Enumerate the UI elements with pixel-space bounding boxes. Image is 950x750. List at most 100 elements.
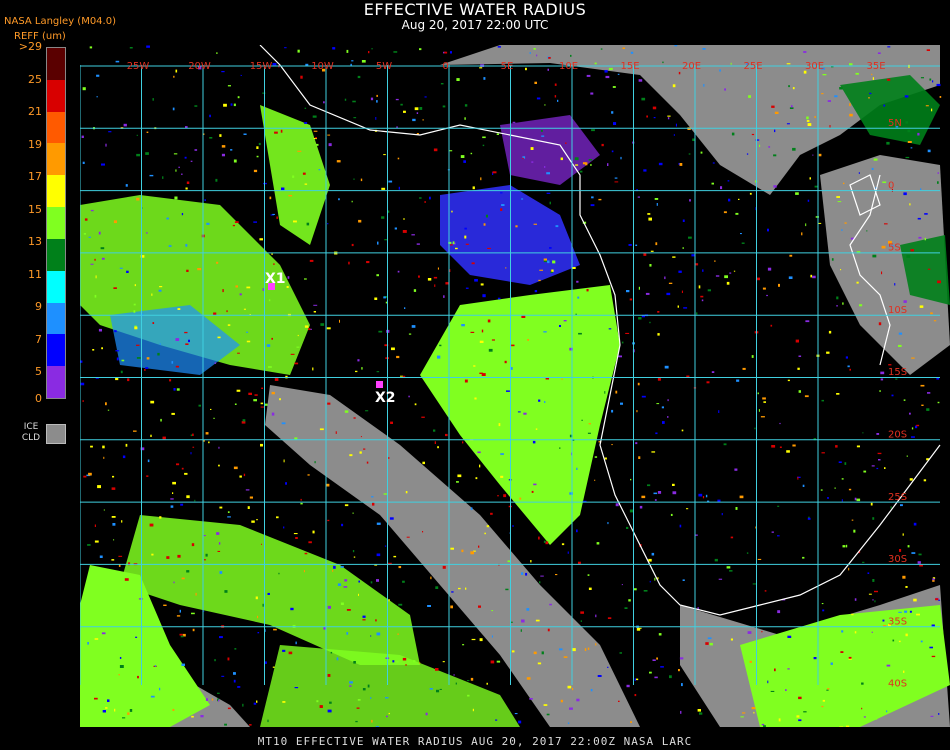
cloud-pixel [260,443,263,447]
cloud-pixel [620,402,623,405]
cloud-pixel [349,681,353,684]
cloud-pixel [210,408,212,410]
cloud-pixel [272,63,277,66]
cloud-pixel [909,478,913,481]
cloud-pixel [913,621,915,624]
cloud-pixel [146,131,149,133]
cloud-pixel [123,123,127,127]
cloud-pixel [796,715,800,718]
cloud-pixel [87,544,91,546]
cloud-pixel [792,87,795,90]
cloud-pixel [205,432,209,435]
cloud-pixel [724,275,728,279]
cloud-pixel [535,619,540,622]
cloud-pixel [511,650,515,653]
cloud-pixel [372,502,375,506]
cloud-pixel [882,181,887,183]
marker-x1-label: X1 [265,271,286,287]
cloud-pixel [163,604,167,606]
cloud-pixel [778,283,780,287]
cloud-pixel [534,81,537,84]
cloud-pixel [327,223,329,225]
cloud-pixel [464,117,466,120]
cloud-pixel [628,599,631,602]
cloud-pixel [898,640,901,643]
cloud-pixel [376,553,381,557]
cloud-pixel [878,459,881,461]
cloud-pixel [936,83,941,87]
cloud-pixel [262,288,264,291]
cloud-pixel [587,574,590,576]
cloud-pixel [177,554,181,558]
cloud-pixel [861,707,863,710]
cloud-pixel [548,57,551,59]
cloud-pixel [883,625,887,627]
cloud-pixel [101,257,105,260]
legend-tick-label: 15 [28,202,42,216]
cloud-pixel [491,635,493,638]
cloud-pixel [638,79,643,82]
cloud-pixel [600,48,603,50]
cloud-pixel [746,153,749,155]
cloud-pixel [295,641,297,645]
cloud-pixel [181,467,184,470]
cloud-pixel [343,586,348,588]
cloud-pixel [449,244,453,246]
cloud-pixel [844,222,847,224]
cloud-pixel [911,552,916,554]
cloud-pixel [871,465,875,467]
cloud-pixel [384,545,387,547]
cloud-pixel [194,105,198,107]
cloud-pixel [827,100,831,102]
cloud-pixel [215,178,218,182]
cloud-pixel [611,111,614,114]
cloud-pixel [673,134,675,136]
cloud-pixel [375,117,377,120]
cloud-pixel [906,455,908,457]
cloud-pixel [406,536,410,538]
cloud-pixel [667,416,669,418]
cloud-pixel [152,98,154,101]
cloud-pixel [657,311,660,313]
cloud-pixel [845,725,850,727]
cloud-pixel [742,712,746,714]
cloud-pixel [538,399,541,402]
cloud-pixel [930,715,934,717]
cloud-pixel [777,505,780,507]
cloud-pixel [478,605,481,608]
cloud-pixel [419,107,423,110]
cloud-pixel [531,490,534,493]
cloud-pixel [696,312,698,315]
cloud-pixel [96,96,98,98]
longitude-label: 15W [250,61,273,72]
cloud-pixel [260,402,264,405]
cloud-pixel [539,581,541,584]
cloud-pixel [256,700,258,703]
cloud-pixel [87,690,91,692]
cloud-pixel [98,231,101,235]
cloud-pixel [894,283,896,286]
cloud-pixel [267,719,269,723]
cloud-pixel [902,533,904,536]
cloud-pixel [107,699,110,702]
cloud-field [80,45,950,727]
cloud-pixel [731,132,735,136]
cloud-pixel [101,632,106,635]
satellite-map[interactable]: 25W 20W 15W 10W 5W 0 5E 10E 15E 20E 25E 30E 35E 5N 0 5… [80,45,950,727]
cloud-pixel [529,52,531,54]
cloud-pixel [594,456,598,458]
cloud-pixel [233,466,238,470]
cloud-pixel [318,169,321,171]
cloud-pixel [601,143,604,147]
cloud-pixel [105,143,107,147]
cloud-pixel [353,178,355,180]
cloud-pixel [886,710,888,713]
org-label: NASA Langley (M04.0) [4,16,116,27]
latitude-label: 20S [888,430,907,441]
cloud-pixel [94,697,98,700]
marker-x2[interactable]: X2 [375,381,396,406]
cloud-pixel [383,154,386,156]
cloud-pixel [405,664,407,666]
cloud-pixel [346,49,349,53]
cloud-pixel [597,675,602,677]
